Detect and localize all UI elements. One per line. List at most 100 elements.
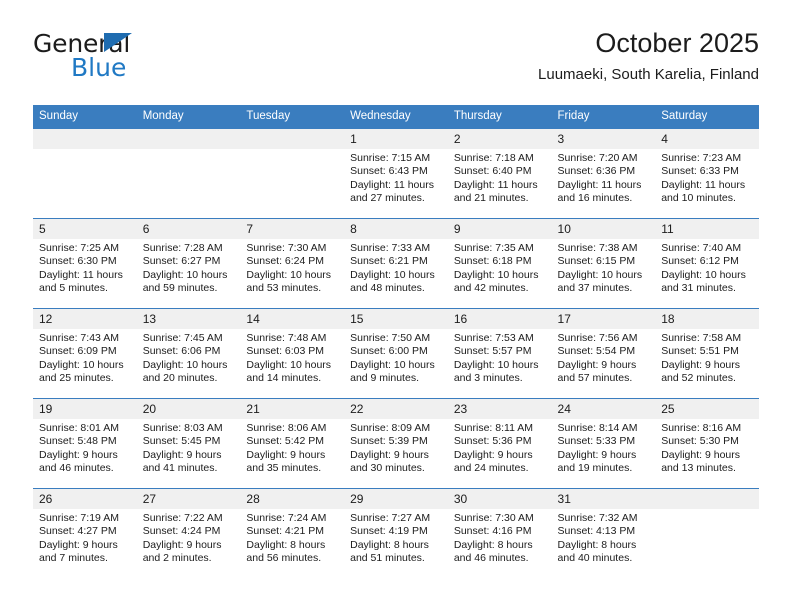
calendar-day-cell[interactable]: 19 Sunrise: 8:01 AM Sunset: 5:48 PM Dayligh…: [33, 398, 137, 489]
day-number: 25: [655, 399, 759, 419]
sunrise-text: Sunrise: 7:15 AM: [350, 152, 431, 164]
sunset-text: Sunset: 5:30 PM: [661, 435, 739, 448]
day-details: Sunrise: 8:14 AM Sunset: 5:33 PM Daylight:…: [552, 419, 656, 475]
sunrise-text: Sunrise: 7:43 AM: [39, 332, 119, 344]
calendar-day-cell[interactable]: 11 Sunrise: 7:40 AM Sunset: 6:12 PM Dayligh…: [655, 218, 759, 309]
weekday-header-wednesday: Wednesday: [344, 105, 448, 129]
sunset-text: Sunset: 6:24 PM: [246, 255, 325, 268]
daylight-text-line2: and 46 minutes.: [39, 461, 114, 474]
calendar-day-cell[interactable]: 31 Sunrise: 7:32 AM Sunset: 4:13 PM Dayligh…: [551, 488, 656, 578]
sunset-text: Sunset: 4:24 PM: [142, 525, 221, 538]
daylight-text-line2: and 48 minutes.: [350, 281, 425, 294]
sunset-text: Sunset: 6:30 PM: [39, 255, 117, 268]
daylight-text-line2: and 59 minutes.: [142, 281, 218, 294]
daylight-text-line2: and 7 minutes.: [39, 551, 108, 564]
weekday-header-monday: Monday: [136, 105, 241, 129]
day-number: 22: [344, 399, 448, 419]
daylight-text-line1: Daylight: 10 hours: [142, 268, 228, 281]
calendar-day-cell[interactable]: 5 Sunrise: 7:25 AM Sunset: 6:30 PM Daylight…: [33, 218, 137, 309]
daylight-text-line1: Daylight: 8 hours: [557, 538, 637, 551]
daylight-text-line2: and 46 minutes.: [453, 551, 529, 564]
day-details: Sunrise: 7:30 AM Sunset: 4:16 PM Daylight:…: [448, 509, 552, 565]
calendar-day-cell[interactable]: 9 Sunrise: 7:35 AM Sunset: 6:18 PM Daylight…: [447, 218, 552, 309]
day-details: Sunrise: 7:58 AM Sunset: 5:51 PM Daylight:…: [655, 329, 759, 385]
daylight-text-line2: and 41 minutes.: [142, 461, 218, 474]
daylight-text-line2: and 9 minutes.: [350, 371, 419, 384]
sunset-text: Sunset: 6:00 PM: [350, 345, 428, 358]
calendar-day-cell[interactable]: 2 Sunrise: 7:18 AM Sunset: 6:40 PM Daylight…: [447, 128, 552, 219]
daylight-text-line2: and 13 minutes.: [661, 461, 736, 474]
daylight-text-line2: and 42 minutes.: [453, 281, 529, 294]
calendar-day-cell[interactable]: 7 Sunrise: 7:30 AM Sunset: 6:24 PM Daylight…: [240, 218, 345, 309]
sunrise-text: Sunrise: 7:22 AM: [142, 512, 223, 524]
calendar-day-cell[interactable]: 21 Sunrise: 8:06 AM Sunset: 5:42 PM Dayligh…: [240, 398, 345, 489]
day-number: 24: [551, 399, 656, 419]
calendar-day-cell[interactable]: 23 Sunrise: 8:11 AM Sunset: 5:36 PM Dayligh…: [447, 398, 552, 489]
daylight-text-line1: Daylight: 10 hours: [453, 268, 539, 281]
daylight-text-line2: and 37 minutes.: [557, 281, 633, 294]
calendar-day-cell[interactable]: 25 Sunrise: 8:16 AM Sunset: 5:30 PM Dayligh…: [655, 398, 759, 489]
day-number: 30: [447, 489, 552, 509]
sunset-text: Sunset: 6:33 PM: [661, 165, 739, 178]
calendar-day-cell[interactable]: 18 Sunrise: 7:58 AM Sunset: 5:51 PM Dayligh…: [655, 308, 759, 399]
sunset-text: Sunset: 6:43 PM: [350, 165, 428, 178]
daylight-text-line1: Daylight: 9 hours: [557, 448, 637, 461]
day-number: [240, 129, 345, 149]
day-number: 20: [136, 399, 241, 419]
calendar-day-cell[interactable]: 8 Sunrise: 7:33 AM Sunset: 6:21 PM Daylight…: [344, 218, 448, 309]
calendar-day-cell[interactable]: 17 Sunrise: 7:56 AM Sunset: 5:54 PM Dayligh…: [551, 308, 656, 399]
calendar-day-cell[interactable]: 26 Sunrise: 7:19 AM Sunset: 4:27 PM Dayligh…: [33, 488, 137, 578]
daylight-text-line1: Daylight: 9 hours: [246, 448, 326, 461]
calendar-day-cell[interactable]: 13 Sunrise: 7:45 AM Sunset: 6:06 PM Dayligh…: [136, 308, 241, 399]
day-number: 26: [33, 489, 137, 509]
daylight-text-line1: Daylight: 11 hours: [661, 178, 746, 191]
calendar-day-cell[interactable]: 12 Sunrise: 7:43 AM Sunset: 6:09 PM Dayligh…: [33, 308, 137, 399]
sunset-text: Sunset: 5:39 PM: [350, 435, 428, 448]
day-details: Sunrise: 7:28 AM Sunset: 6:27 PM Daylight:…: [137, 239, 241, 295]
sunset-text: Sunset: 6:21 PM: [350, 255, 428, 268]
day-details: Sunrise: 7:23 AM Sunset: 6:33 PM Daylight:…: [655, 149, 759, 205]
day-details: Sunrise: 7:20 AM Sunset: 6:36 PM Daylight:…: [552, 149, 656, 205]
calendar-day-cell[interactable]: 30 Sunrise: 7:30 AM Sunset: 4:16 PM Dayligh…: [447, 488, 552, 578]
sunset-text: Sunset: 5:54 PM: [557, 345, 636, 358]
logo-text-blue: Blue: [71, 53, 127, 82]
sunset-text: Sunset: 4:16 PM: [453, 525, 532, 538]
calendar-day-cell[interactable]: 15 Sunrise: 7:50 AM Sunset: 6:00 PM Dayligh…: [344, 308, 448, 399]
sunrise-text: Sunrise: 8:09 AM: [350, 422, 431, 434]
daylight-text-line1: Daylight: 9 hours: [39, 538, 118, 551]
day-number: 27: [136, 489, 241, 509]
calendar-day-cell[interactable]: 22 Sunrise: 8:09 AM Sunset: 5:39 PM Dayligh…: [344, 398, 448, 489]
calendar-day-cell[interactable]: 4 Sunrise: 7:23 AM Sunset: 6:33 PM Daylight…: [655, 128, 759, 219]
sunrise-text: Sunrise: 7:28 AM: [142, 242, 223, 254]
daylight-text-line1: Daylight: 11 hours: [453, 178, 538, 191]
day-number: 28: [240, 489, 345, 509]
calendar-day-cell[interactable]: 14 Sunrise: 7:48 AM Sunset: 6:03 PM Dayligh…: [240, 308, 345, 399]
sunset-text: Sunset: 6:03 PM: [246, 345, 325, 358]
page-subtitle: Luumaeki, South Karelia, Finland: [538, 66, 759, 83]
calendar-day-cell[interactable]: 28 Sunrise: 7:24 AM Sunset: 4:21 PM Dayligh…: [240, 488, 345, 578]
calendar-day-cell[interactable]: 29 Sunrise: 7:27 AM Sunset: 4:19 PM Dayligh…: [344, 488, 448, 578]
calendar-day-cell[interactable]: 1 Sunrise: 7:15 AM Sunset: 6:43 PM Daylight…: [344, 128, 448, 219]
sunrise-text: Sunrise: 7:58 AM: [661, 332, 742, 344]
calendar-day-cell[interactable]: 27 Sunrise: 7:22 AM Sunset: 4:24 PM Dayligh…: [136, 488, 241, 578]
calendar-day-cell[interactable]: 3 Sunrise: 7:20 AM Sunset: 6:36 PM Daylight…: [551, 128, 656, 219]
day-number: [136, 129, 241, 149]
sunrise-text: Sunrise: 8:11 AM: [453, 422, 533, 434]
calendar-day-cell[interactable]: 10 Sunrise: 7:38 AM Sunset: 6:15 PM Dayligh…: [551, 218, 656, 309]
daylight-text-line2: and 56 minutes.: [246, 551, 322, 564]
daylight-text-line1: Daylight: 9 hours: [350, 448, 429, 461]
sunrise-text: Sunrise: 7:30 AM: [453, 512, 534, 524]
sunrise-text: Sunrise: 7:23 AM: [661, 152, 742, 164]
daylight-text-line2: and 24 minutes.: [453, 461, 529, 474]
logo-triangle-icon: [104, 33, 132, 52]
calendar-day-cell[interactable]: 24 Sunrise: 8:14 AM Sunset: 5:33 PM Dayligh…: [551, 398, 656, 489]
daylight-text-line1: Daylight: 9 hours: [453, 448, 533, 461]
sunset-text: Sunset: 5:57 PM: [453, 345, 532, 358]
calendar-day-cell[interactable]: 6 Sunrise: 7:28 AM Sunset: 6:27 PM Daylight…: [136, 218, 241, 309]
calendar-day-cell[interactable]: 16 Sunrise: 7:53 AM Sunset: 5:57 PM Dayligh…: [447, 308, 552, 399]
calendar-day-cell[interactable]: 20 Sunrise: 8:03 AM Sunset: 5:45 PM Dayligh…: [136, 398, 241, 489]
page-header: General Blue October 2025 Luumaeki, Sout…: [33, 26, 759, 98]
daylight-text-line2: and 19 minutes.: [557, 461, 633, 474]
day-number: 5: [33, 219, 137, 239]
day-details: Sunrise: 8:11 AM Sunset: 5:36 PM Daylight:…: [448, 419, 552, 475]
